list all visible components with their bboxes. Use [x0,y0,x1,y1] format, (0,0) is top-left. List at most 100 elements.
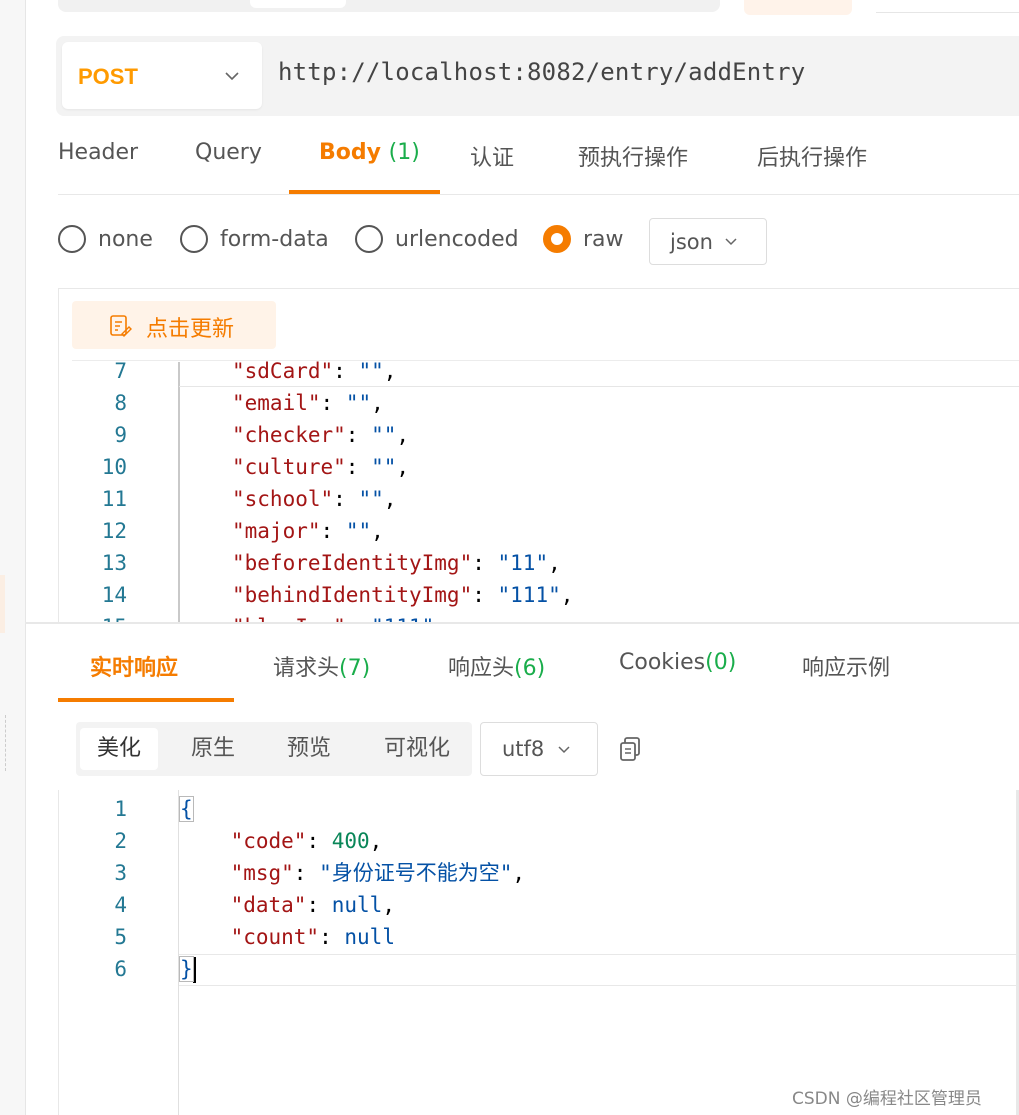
code-line: 8 "email": "", [59,387,1019,419]
request-body-editor[interactable]: 点击更新 7 "sdCard": "", 8 "email": "", 9 "chec… [58,288,1019,624]
code-line: 14 "behindIdentityImg": "111", [59,579,1019,611]
request-tabs: Header Query Body (1) 认证 预执行操作 后执行操作 [58,130,1019,195]
response-tabs: 实时响应 请求头(7) 响应头(6) Cookies(0) 响应示例 [58,630,1019,702]
tab-label: 响应示例 [802,656,891,681]
view-mode-segment: 美化 原生 预览 可视化 [76,722,472,776]
tab-label: 后执行操作 [757,146,868,171]
edit-document-icon [110,315,132,337]
tab-request-headers[interactable]: 请求头(7) [273,650,370,682]
response-body-editor[interactable]: 1{ 2 "code": 400, 3 "msg": "身份证号不能为空", 4… [58,790,1019,1115]
method-select[interactable]: POST [62,42,262,109]
radio-form-data[interactable]: form-data [180,225,329,253]
json-value: 400 [331,829,370,853]
update-button-label: 点击更新 [146,317,235,342]
json-punct: , [383,359,397,383]
json-value: null [331,893,383,917]
update-button[interactable]: 点击更新 [72,301,276,349]
tab-pre-request[interactable]: 预执行操作 [578,140,688,172]
active-tab-indicator [58,698,234,702]
json-value: "" [358,487,384,511]
tab-response-examples[interactable]: 响应示例 [802,650,890,682]
json-value: "111" [497,583,561,607]
code-line: 9 "checker": "", [59,419,1019,451]
tab-label: Query [195,140,262,165]
line-number: 7 [114,359,127,383]
encoding-select[interactable]: utf8 [480,722,598,776]
sidebar-active-marker [0,575,5,633]
tab-response-headers[interactable]: 响应头(6) [448,650,545,682]
tab-label: 预执行操作 [578,146,689,171]
json-punct: , [548,551,561,575]
code-line: 2 "code": 400, [59,825,1019,857]
line-number: 1 [114,797,127,821]
line-number: 14 [101,583,127,607]
tab-query[interactable]: Query [195,140,262,165]
radio-circle [355,225,383,253]
code-area[interactable]: 7 "sdCard": "", 8 "email": "", 9 "checker":… [59,359,1019,624]
view-mode-visualize[interactable]: 可视化 [366,728,468,770]
text-cursor [192,957,196,983]
view-mode-preview[interactable]: 预览 [270,728,348,770]
line-number: 10 [101,455,127,479]
tab-label: 响应头 [448,656,515,681]
line-number: 3 [114,861,127,885]
json-brace: { [179,796,194,822]
radio-circle [180,225,208,253]
json-key: "school" [232,487,334,511]
radio-urlencoded[interactable]: urlencoded [355,225,519,253]
json-key: "email" [232,391,321,415]
line-number: 2 [114,829,127,853]
tab-label: Header [58,140,139,165]
tab-count: (1) [388,140,420,165]
code-line: 13 "beforeIdentityImg": "11", [59,547,1019,579]
line-number: 11 [101,487,127,511]
panel-resize-handle[interactable] [25,622,1019,624]
active-tab-indicator [289,190,440,194]
json-value: "11" [497,551,549,575]
url-input[interactable]: http://localhost:8082/entry/addEntry [278,58,805,86]
json-punct: , [396,455,410,479]
sidebar-divider [0,715,6,771]
line-number: 6 [114,957,127,981]
tab-count: (7) [339,656,371,681]
left-sidebar-edge [0,0,26,1115]
json-key: "msg" [230,861,294,885]
json-brace: } [179,956,194,982]
radio-label: none [98,226,153,252]
code-line: 5 "count": null [59,921,1019,953]
json-punct: , [369,829,383,853]
body-type-group: none form-data urlencoded raw json [58,218,1019,268]
radio-raw[interactable]: raw [543,225,624,253]
line-number: 12 [101,519,127,543]
method-label: POST [78,64,138,89]
radio-circle-selected [543,225,571,253]
radio-circle [58,225,86,253]
raw-format-value: json [670,230,713,254]
tab-post-request[interactable]: 后执行操作 [757,140,867,172]
radio-label: urlencoded [395,226,519,252]
json-key: "sdCard" [232,359,334,383]
raw-format-select[interactable]: json [649,218,767,265]
view-mode-raw[interactable]: 原生 [174,728,252,770]
top-divider [876,12,1019,13]
json-value: "" [371,423,397,447]
tab-cookies[interactable]: Cookies(0) [619,650,736,675]
radio-none[interactable]: none [58,225,153,253]
json-key: "data" [230,893,307,917]
json-punct: , [560,583,574,607]
tab-realtime-response[interactable]: 实时响应 [90,650,178,682]
tab-label: Body [319,140,381,165]
json-value: "" [345,391,372,415]
tab-auth[interactable]: 认证 [470,140,514,172]
copy-icon[interactable] [618,736,642,762]
top-button-remnant [744,0,852,15]
tab-body[interactable]: Body (1) [319,140,420,165]
json-key: "culture" [232,455,346,479]
json-punct: , [382,893,395,917]
tab-header[interactable]: Header [58,140,138,165]
json-value: "" [371,455,397,479]
chevron-down-icon [725,238,737,246]
json-value: "" [345,519,372,543]
view-mode-pretty[interactable]: 美化 [80,728,158,770]
code-line: 4 "data": null, [59,889,1019,921]
